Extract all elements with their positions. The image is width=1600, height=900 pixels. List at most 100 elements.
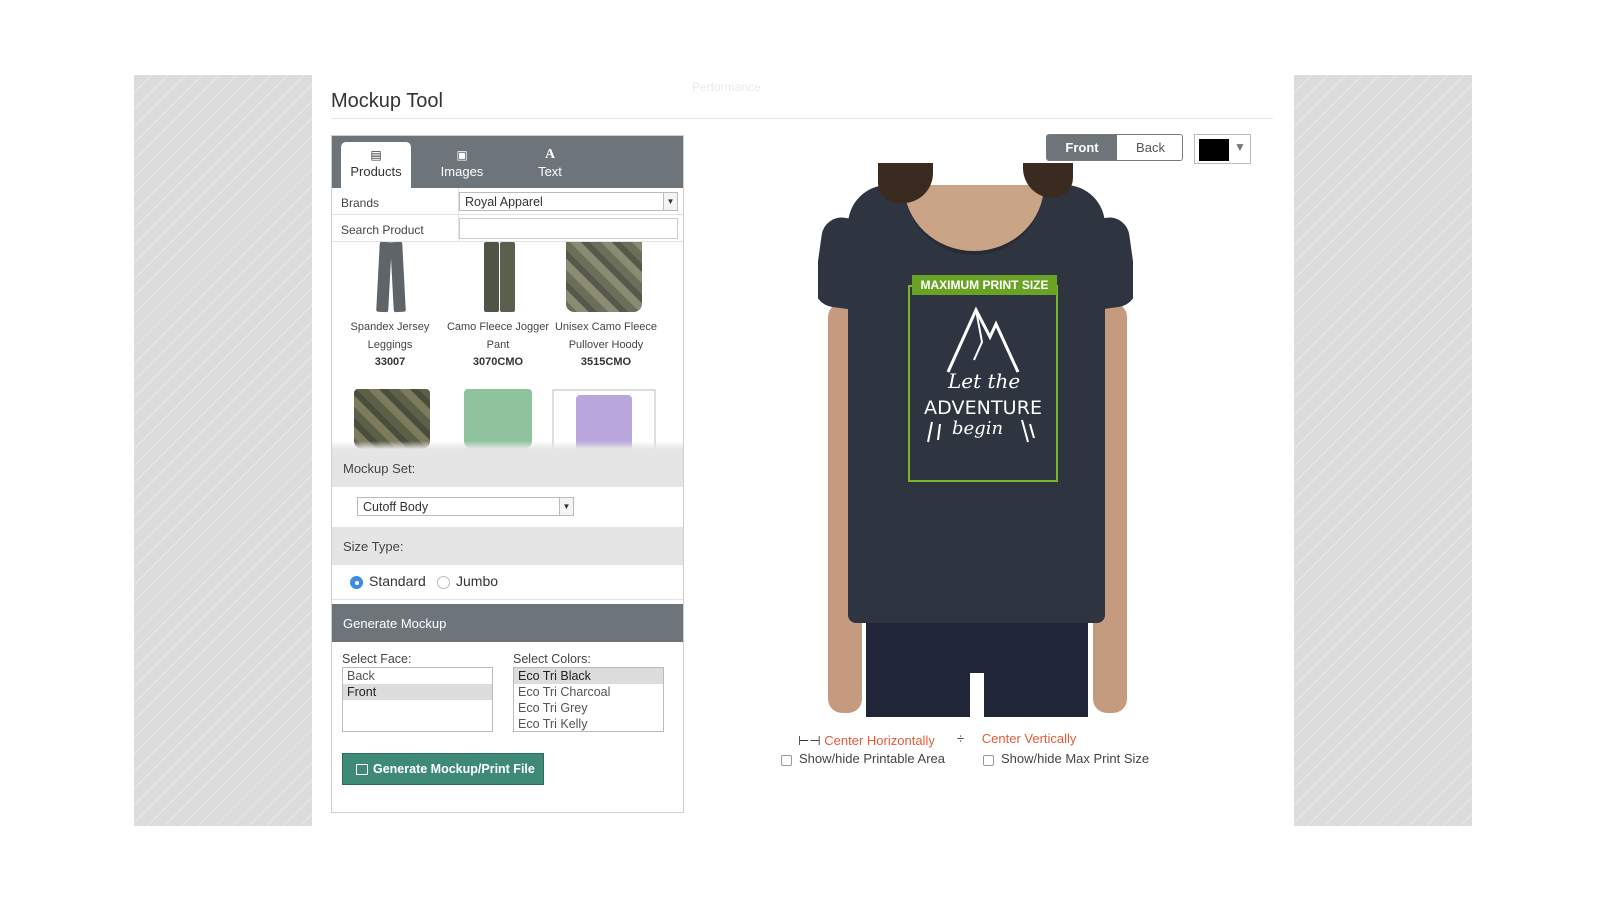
size-type-header: Size Type: [332, 527, 683, 565]
max-print-size-toggle-label: Show/hide Max Print Size [1001, 751, 1150, 766]
tab-images-label: Images [440, 164, 484, 179]
mountain-shape [946, 306, 1020, 373]
product-thumbnail [468, 242, 528, 316]
center-vertical-link[interactable]: Center Vertically [982, 731, 1077, 746]
max-print-size-checkbox[interactable] [983, 755, 994, 766]
design-text-line2: ADVENTURE [924, 397, 1042, 419]
hoody-image [566, 242, 642, 312]
mockup-set-header: Mockup Set: [332, 449, 683, 487]
standard-label: Standard [369, 573, 426, 589]
design-text-line1: Let the [947, 369, 1020, 393]
tab-images[interactable]: ▣ Images [427, 142, 497, 188]
product-grid: Spandex Jersey Leggings 33007 Camo Fleece… [332, 242, 683, 449]
brands-select[interactable]: Royal Apparel ▼ [459, 192, 678, 211]
size-type-options: Standard Jumbo [332, 565, 683, 599]
product-thumbnail [360, 242, 420, 316]
product-thumbnail [552, 242, 660, 316]
adventure-design-artwork[interactable]: Let the ADVENTURE begin [918, 302, 1048, 452]
generate-mockup-button[interactable]: Generate Mockup/Print File [342, 753, 544, 785]
camo-jacket-image [354, 389, 430, 449]
product-name-line1: Spandex Jersey [350, 321, 430, 333]
product-name: Unisex Camo Fleece Pullover Hoody [552, 318, 660, 354]
jogger-leg [500, 242, 515, 312]
product-sku: 3070CMO [472, 356, 524, 368]
product-card[interactable]: Spandex Jersey Leggings 33007 [336, 242, 444, 370]
generate-button-label: Generate Mockup/Print File [373, 762, 535, 776]
jogger-leg [484, 242, 499, 312]
mockup-set-value: Cutoff Body [363, 500, 429, 514]
image-icon: ▣ [456, 148, 468, 162]
center-horizontal-icon: ⊢⊣ [798, 733, 821, 748]
center-horizontal-control[interactable]: ⊢⊣ Center Horizontally [798, 733, 935, 749]
brands-label: Brands [341, 196, 380, 210]
face-option-selected[interactable]: Front [343, 684, 492, 700]
center-vertical-control[interactable]: ÷ Center Vertically [957, 731, 1076, 746]
search-input[interactable] [459, 218, 678, 239]
ghost-text: Performance [692, 80, 761, 94]
colors-listbox[interactable]: Eco Tri Black Eco Tri Charcoal Eco Tri G… [513, 667, 664, 732]
product-sku: 3515CMO [580, 356, 632, 368]
product-name-line2: Pant [486, 339, 510, 351]
product-card[interactable]: Unisex Camo Fleece Pullover Hoody 3515CMO [552, 242, 660, 370]
product-name-line1: Unisex Camo Fleece [554, 321, 658, 333]
front-view-button[interactable]: Front [1047, 135, 1117, 160]
product-name: Spandex Jersey Leggings [336, 318, 444, 354]
image-icon [356, 764, 368, 775]
tab-text-label: Text [538, 164, 562, 179]
printable-area-checkbox[interactable] [781, 755, 792, 766]
brands-row: Brands Royal Apparel ▼ [332, 188, 683, 215]
chevron-down-icon: ▼ [663, 193, 677, 210]
left-background-pattern [134, 75, 312, 826]
search-row: Search Product [332, 215, 683, 242]
jumbo-label: Jumbo [456, 573, 499, 589]
selected-product-card[interactable] [552, 389, 656, 449]
center-horizontal-link[interactable]: Center Horizontally [824, 733, 935, 748]
chevron-down-icon: ▼ [1234, 140, 1246, 154]
standard-radio[interactable] [350, 576, 363, 589]
select-face-label: Select Face: [342, 652, 412, 666]
max-print-size-label: MAXIMUM PRINT SIZE [912, 275, 1057, 295]
green-tee-image [464, 389, 532, 449]
page-title: Mockup Tool [331, 90, 443, 112]
product-sku: 33007 [374, 356, 406, 368]
jumbo-radio[interactable] [437, 576, 450, 589]
brands-select-value: Royal Apparel [465, 195, 543, 209]
color-swatch [1199, 139, 1229, 161]
face-toggle: Front Back [1046, 134, 1183, 161]
product-name: Camo Fleece Jogger Pant [444, 318, 552, 354]
face-listbox[interactable]: Back Front [342, 667, 493, 732]
product-card[interactable]: Camo Fleece Jogger Pant 3070CMO [444, 242, 552, 370]
grid-fade [332, 441, 683, 449]
title-divider [331, 118, 1273, 119]
jeans-gap [970, 673, 984, 717]
design-text-line3: begin [952, 418, 1003, 439]
legging-leg [390, 242, 406, 313]
product-name-line2: Pullover Hoody [568, 339, 644, 351]
color-swatch-dropdown[interactable]: ▼ [1194, 134, 1251, 164]
right-background-pattern [1294, 75, 1472, 826]
center-vertical-icon: ÷ [957, 731, 965, 746]
list-icon: ▤ [370, 148, 382, 162]
color-option[interactable]: Eco Tri Kelly [514, 716, 663, 731]
search-label: Search Product [341, 223, 424, 237]
tab-text[interactable]: A Text [515, 142, 585, 188]
mockup-set-select[interactable]: Cutoff Body ▼ [357, 497, 574, 516]
generate-mockup-body: Select Face: Back Front Select Colors: E… [332, 642, 683, 812]
tab-products-label: Products [350, 164, 402, 179]
face-option[interactable]: Back [343, 668, 492, 684]
mockup-set-row: Cutoff Body ▼ [332, 487, 683, 527]
tab-products[interactable]: ▤ Products [341, 142, 411, 188]
printable-area-label: Show/hide Printable Area [799, 751, 945, 766]
select-colors-label: Select Colors: [513, 652, 591, 666]
chevron-down-icon: ▼ [559, 498, 573, 515]
color-option[interactable]: Eco Tri Grey [514, 700, 663, 716]
tab-bar: ▤ Products ▣ Images A Text [332, 136, 683, 188]
product-name-line2: Leggings [367, 339, 413, 351]
product-name-line1: Camo Fleece Jogger [446, 321, 550, 333]
color-option[interactable]: Eco Tri Charcoal [514, 684, 663, 700]
color-option-selected[interactable]: Eco Tri Black [514, 668, 663, 684]
text-a-icon: A [544, 147, 556, 162]
generate-mockup-header: Generate Mockup [332, 604, 683, 642]
back-view-button[interactable]: Back [1117, 135, 1182, 160]
mockup-settings-panel: ▤ Products ▣ Images A Text Brands Royal … [331, 135, 684, 813]
